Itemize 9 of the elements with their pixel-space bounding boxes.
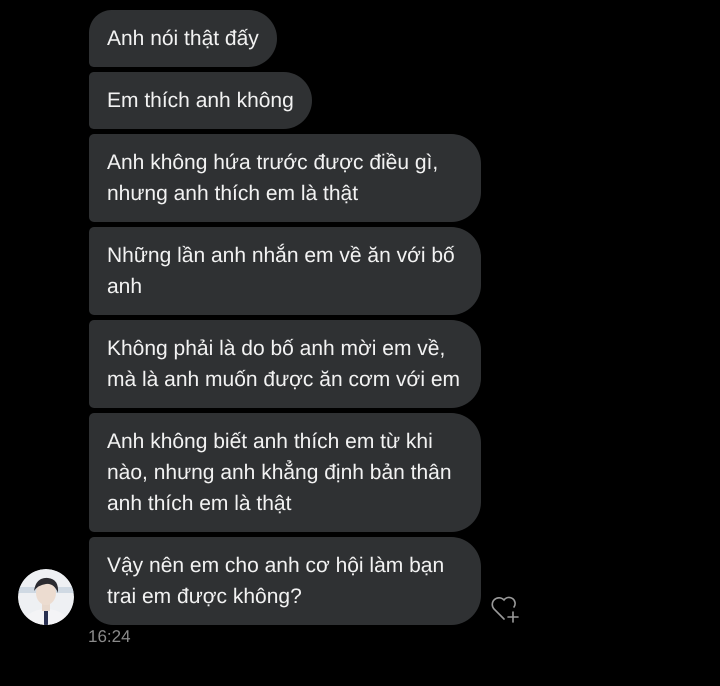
message-time: 16:24 (88, 626, 132, 648)
message-bubble: Anh nói thật đấy (89, 10, 277, 67)
message-bubble: Anh không biết anh thích em từ khi nào, nhưng anh khẳng định bản thân anh thích em là thật (89, 413, 481, 532)
heart-plus-icon[interactable] (491, 595, 521, 623)
message-bubble: Vậy nên em cho anh cơ hội làm bạn trai em được không? (89, 537, 481, 625)
message-bubble: Anh không hứa trước được điều gì, nhưng anh thích em là thật (89, 134, 481, 222)
message-bubble: Không phải là do bố anh mời em về, mà là anh muốn được ăn cơm với em (89, 320, 481, 408)
message-bubble: Em thích anh không (89, 72, 312, 129)
message-bubble: Những lần anh nhắn em về ăn với bố anh (89, 227, 481, 315)
